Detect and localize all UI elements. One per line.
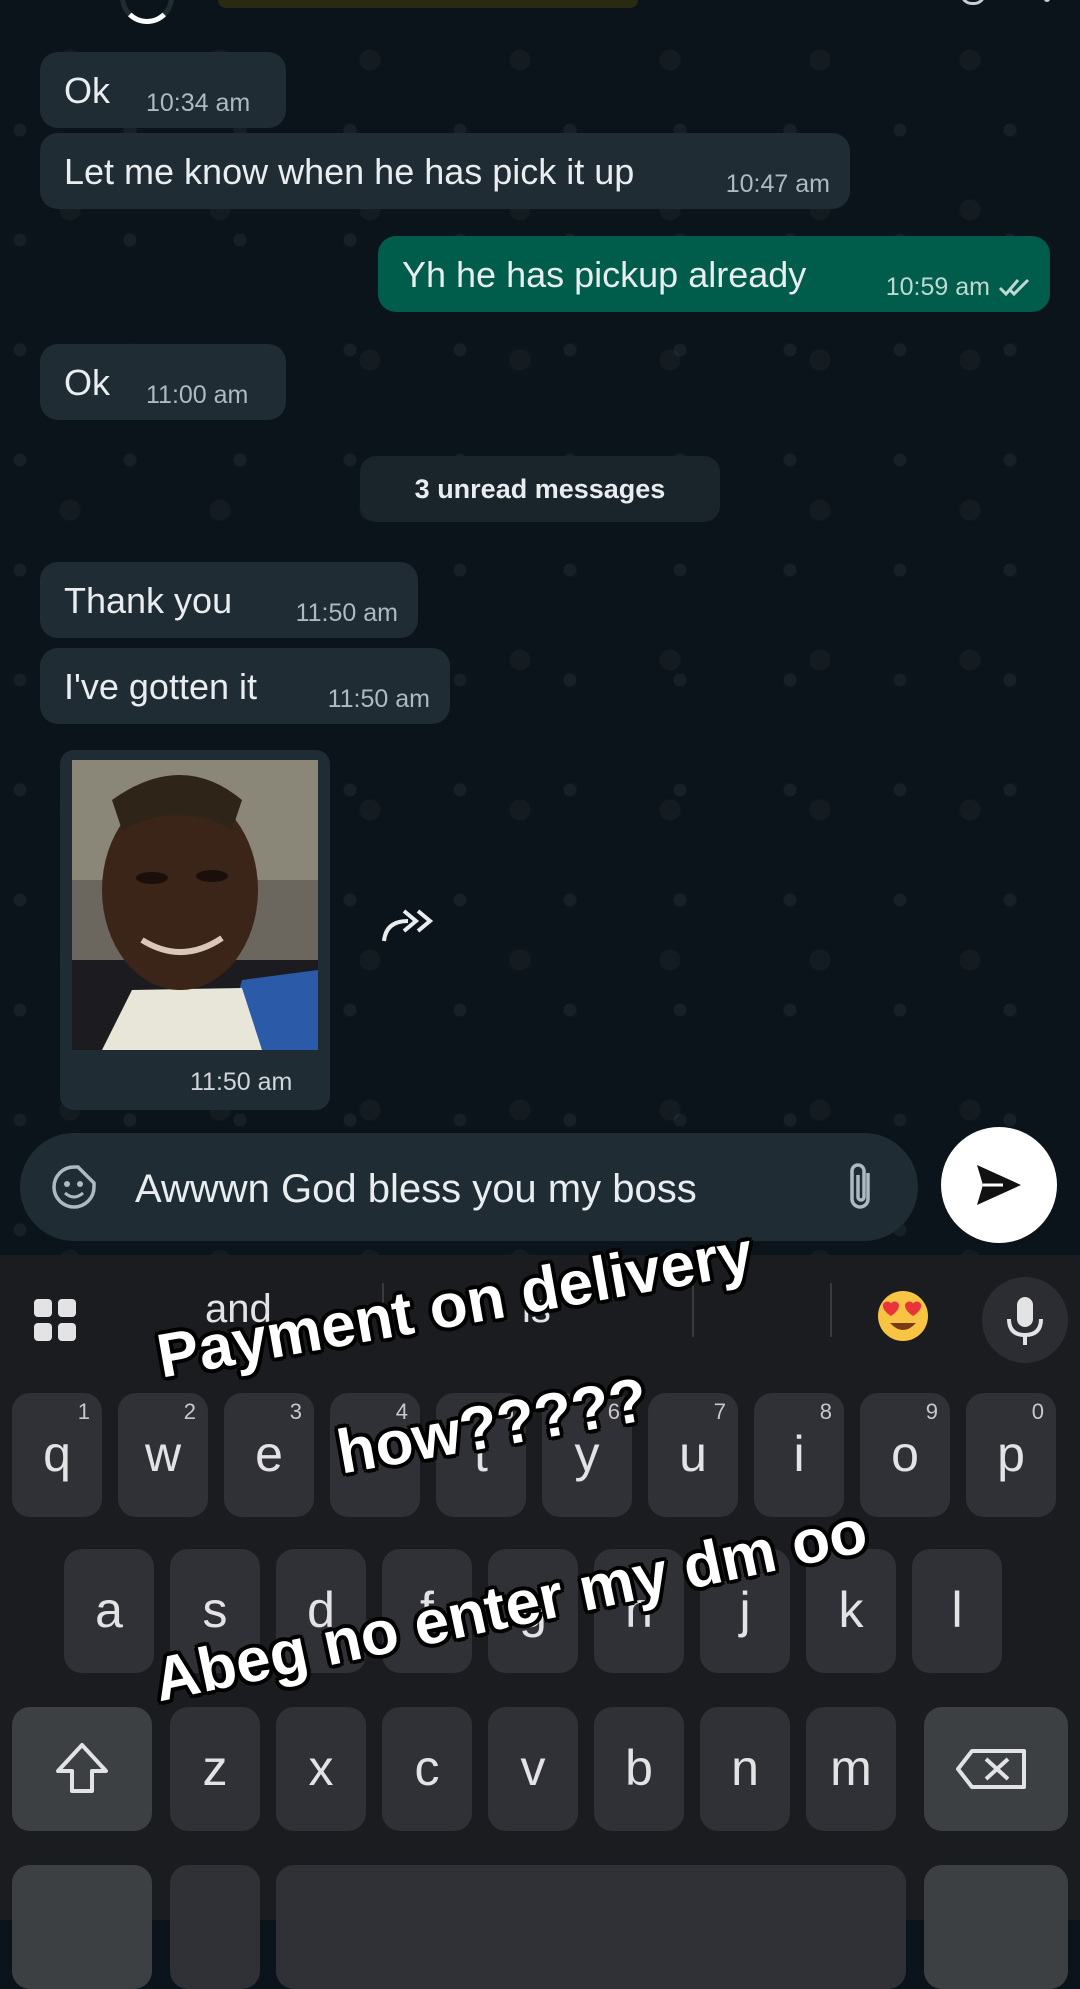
message-bubble[interactable]: Let me know when he has pick it up 10:47… xyxy=(40,133,850,209)
message-bubble[interactable]: Thank you 11:50 am xyxy=(40,562,418,638)
shift-icon xyxy=(56,1743,108,1793)
key-v[interactable]: v xyxy=(488,1707,578,1831)
forward-icon[interactable] xyxy=(380,907,440,947)
key-n[interactable]: n xyxy=(700,1707,790,1831)
message-time: 10:47 am xyxy=(725,170,830,198)
chat-header xyxy=(0,0,1080,48)
unread-messages-banner: 3 unread messages xyxy=(360,456,720,522)
key-e[interactable]: e3 xyxy=(224,1393,314,1517)
message-composer[interactable]: Awwwn God bless you my boss xyxy=(20,1133,918,1241)
send-icon xyxy=(977,1165,1021,1205)
key-w[interactable]: w2 xyxy=(118,1393,208,1517)
symbols-key[interactable] xyxy=(12,1865,152,1989)
message-text: Yh he has pickup already xyxy=(402,254,807,295)
apps-grid-icon[interactable] xyxy=(32,1297,78,1343)
contact-name[interactable] xyxy=(218,0,638,8)
header-actions xyxy=(960,0,1050,6)
backspace-key[interactable] xyxy=(924,1707,1068,1831)
key-q[interactable]: q1 xyxy=(12,1393,102,1517)
photo-message[interactable]: 11:50 am xyxy=(60,750,330,1110)
key-a[interactable]: a xyxy=(64,1549,154,1673)
key-z[interactable]: z xyxy=(170,1707,260,1831)
key-i[interactable]: i8 xyxy=(754,1393,844,1517)
unread-banner-text: 3 unread messages xyxy=(414,474,666,504)
suggestion-divider xyxy=(830,1283,832,1337)
message-text: Ok xyxy=(64,70,111,111)
sticker-icon[interactable] xyxy=(50,1163,98,1211)
message-bubble[interactable]: I've gotten it 11:50 am xyxy=(40,648,450,724)
message-bubble-outgoing[interactable]: Yh he has pickup already 10:59 am xyxy=(378,236,1050,312)
enter-key[interactable] xyxy=(924,1865,1068,1989)
message-text: I've gotten it xyxy=(64,666,257,707)
message-bubble[interactable]: Ok 11:00 am xyxy=(40,344,286,420)
more-options-icon[interactable] xyxy=(1044,0,1050,2)
message-bubble[interactable]: Ok 10:34 am xyxy=(40,52,286,128)
message-time: 10:34 am xyxy=(146,89,251,117)
heart-eyes-emoji-icon[interactable] xyxy=(876,1289,930,1343)
message-time: 11:50 am xyxy=(295,599,398,627)
message-time: 11:50 am xyxy=(190,1068,293,1096)
read-receipt-icon xyxy=(998,278,1030,297)
key-o[interactable]: o9 xyxy=(860,1393,950,1517)
space-key[interactable] xyxy=(276,1865,906,1989)
key-c[interactable]: c xyxy=(382,1707,472,1831)
emoji-key[interactable] xyxy=(170,1865,260,1989)
message-input[interactable]: Awwwn God bless you my boss xyxy=(135,1167,697,1212)
key-p[interactable]: p0 xyxy=(966,1393,1056,1517)
microphone-icon xyxy=(1007,1297,1043,1345)
selfie-photo[interactable] xyxy=(72,760,318,1050)
send-button[interactable] xyxy=(941,1127,1057,1243)
message-time: 10:59 am xyxy=(885,273,990,301)
message-text: Ok xyxy=(64,362,111,403)
message-text: Thank you xyxy=(64,580,233,621)
key-u[interactable]: u7 xyxy=(648,1393,738,1517)
contact-avatar[interactable] xyxy=(120,0,174,24)
call-icon[interactable] xyxy=(960,0,986,5)
key-b[interactable]: b xyxy=(594,1707,684,1831)
attach-icon[interactable] xyxy=(844,1161,878,1213)
voice-input-button[interactable] xyxy=(982,1277,1068,1363)
key-m[interactable]: m xyxy=(806,1707,896,1831)
message-time: 11:50 am xyxy=(327,685,430,713)
message-time: 11:00 am xyxy=(146,381,249,409)
message-text: Let me know when he has pick it up xyxy=(64,151,635,192)
backspace-icon xyxy=(956,1749,1026,1789)
photo-image xyxy=(72,760,318,1050)
key-l[interactable]: l xyxy=(912,1549,1002,1673)
key-x[interactable]: x xyxy=(276,1707,366,1831)
shift-key[interactable] xyxy=(12,1707,152,1831)
